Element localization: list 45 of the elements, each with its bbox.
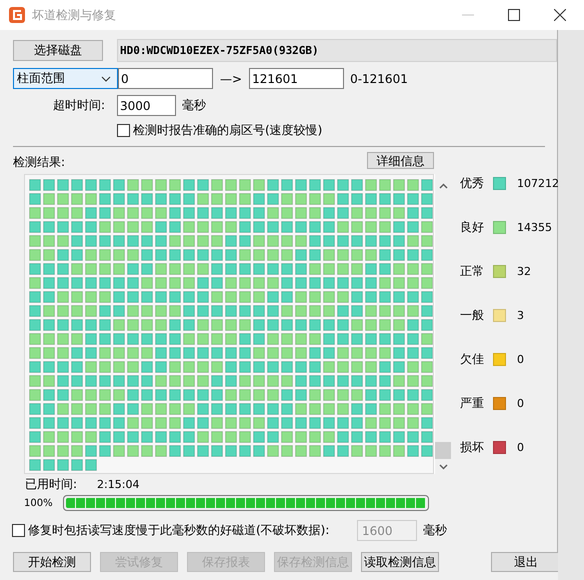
- checkbox-label: 修复时包括读写速度慢于此毫秒数的好磁道(不破坏数据):: [28, 522, 330, 539]
- select-disk-button[interactable]: 选择磁盘: [13, 40, 103, 61]
- results-label: 检测结果:: [13, 154, 66, 171]
- elapsed-time: 2:15:04: [97, 478, 140, 491]
- maximize-icon: [508, 9, 520, 21]
- grade-count: 14355: [517, 220, 552, 234]
- range-dropdown[interactable]: 柱面范围: [13, 68, 118, 89]
- grade-count: 0: [517, 396, 524, 410]
- grade-count: 107212: [517, 176, 559, 190]
- scroll-thumb[interactable]: [435, 442, 451, 459]
- close-icon: [554, 9, 566, 21]
- grade-label: 欠佳: [460, 350, 485, 368]
- scroll-down-icon: [438, 464, 448, 470]
- detail-button[interactable]: 详细信息: [367, 152, 434, 169]
- elapsed-label: 已用时间:: [25, 476, 78, 493]
- unit-label: 毫秒: [423, 522, 447, 539]
- unit-label: 毫秒: [182, 97, 206, 114]
- action-button[interactable]: 开始检测: [13, 552, 91, 572]
- action-button[interactable]: 退出: [491, 552, 561, 572]
- disk-name-field: HD0:WDCWD10EZEX-75ZF5A0(932GB): [117, 39, 557, 62]
- grade-count: 3: [517, 308, 524, 322]
- grade-count: 32: [517, 264, 531, 278]
- grade-label: 严重: [460, 394, 485, 412]
- chevron-down-icon: [101, 76, 111, 82]
- range-limits: 0-121601: [350, 72, 408, 86]
- grade-label: 一般: [460, 306, 485, 324]
- checkbox[interactable]: [117, 124, 130, 137]
- action-button[interactable]: 读取检测信息: [361, 552, 439, 572]
- checkbox-label: 检测时报告准确的扇区号(速度较慢): [133, 122, 322, 139]
- grade-label: 优秀: [460, 174, 485, 192]
- arrow-text: —>: [220, 72, 242, 86]
- grade-count: 0: [517, 352, 524, 366]
- window-title: 坏道检测与修复: [32, 6, 116, 24]
- grade-label: 良好: [460, 218, 485, 236]
- timeout-label: 超时时间:: [52, 97, 105, 114]
- grade-label: 正常: [460, 262, 485, 280]
- grade-label: 损坏: [460, 438, 485, 456]
- progress-percent: 100%: [24, 498, 54, 508]
- grade-count: 0: [517, 440, 524, 454]
- app-logo-icon: [9, 7, 25, 23]
- scroll-up-icon: [438, 183, 448, 189]
- timeout-field[interactable]: 3000: [117, 95, 176, 116]
- start-field[interactable]: 0: [118, 68, 213, 89]
- end-field[interactable]: 121601: [249, 68, 344, 89]
- range-mode: 柱面范围: [17, 70, 65, 87]
